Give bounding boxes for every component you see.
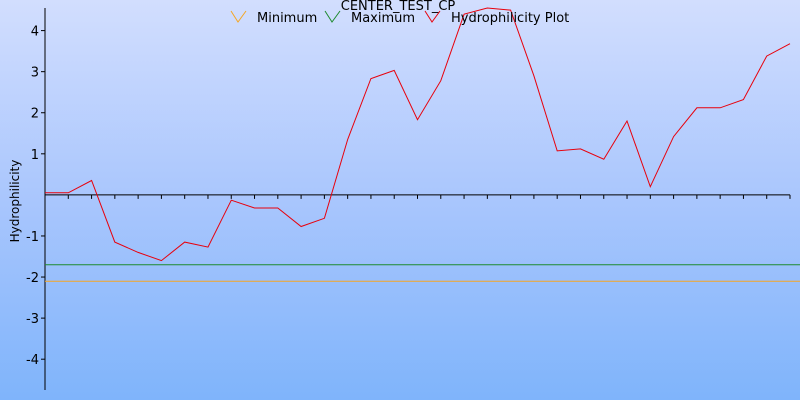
legend-line-icon	[230, 10, 247, 23]
legend: CENTER_TEST_CP Minimum Maximum Hydrophilic…	[230, 0, 569, 26]
axes	[44, 8, 790, 390]
y-tick-label: -1	[26, 230, 39, 245]
y-axis-label: Hydrophilicity	[8, 160, 22, 243]
series-lines	[45, 7, 800, 282]
legend-label-maximum: Maximum	[351, 11, 415, 26]
y-tick-label: -2	[26, 271, 39, 286]
legend-line-icon	[324, 10, 341, 23]
y-tick-label: 2	[31, 107, 39, 122]
hydrophilicity-plot-series	[45, 7, 791, 262]
y-tick-label: 4	[31, 25, 39, 40]
y-tick-label: 1	[31, 148, 39, 163]
y-tick-label: 3	[31, 66, 39, 81]
legend-label-minimum: Minimum	[257, 11, 317, 26]
chart-area: 4 3 2 1 -1 -2 -3 -4 CENTER_TEST_CP Minimum Maxim…	[0, 0, 800, 400]
y-tick-label: -4	[26, 353, 39, 368]
hydrophilicity-chart: 4321-1-2-3-4 CENTER_TEST_CP Minimum Maxim…	[8, 0, 800, 390]
legend-label-hydrophilicity-plot: Hydrophilicity Plot	[451, 11, 569, 26]
tick-labels: 4 3 2 1 -1 -2 -3 -4	[26, 25, 39, 369]
y-tick-label: -3	[26, 312, 39, 327]
